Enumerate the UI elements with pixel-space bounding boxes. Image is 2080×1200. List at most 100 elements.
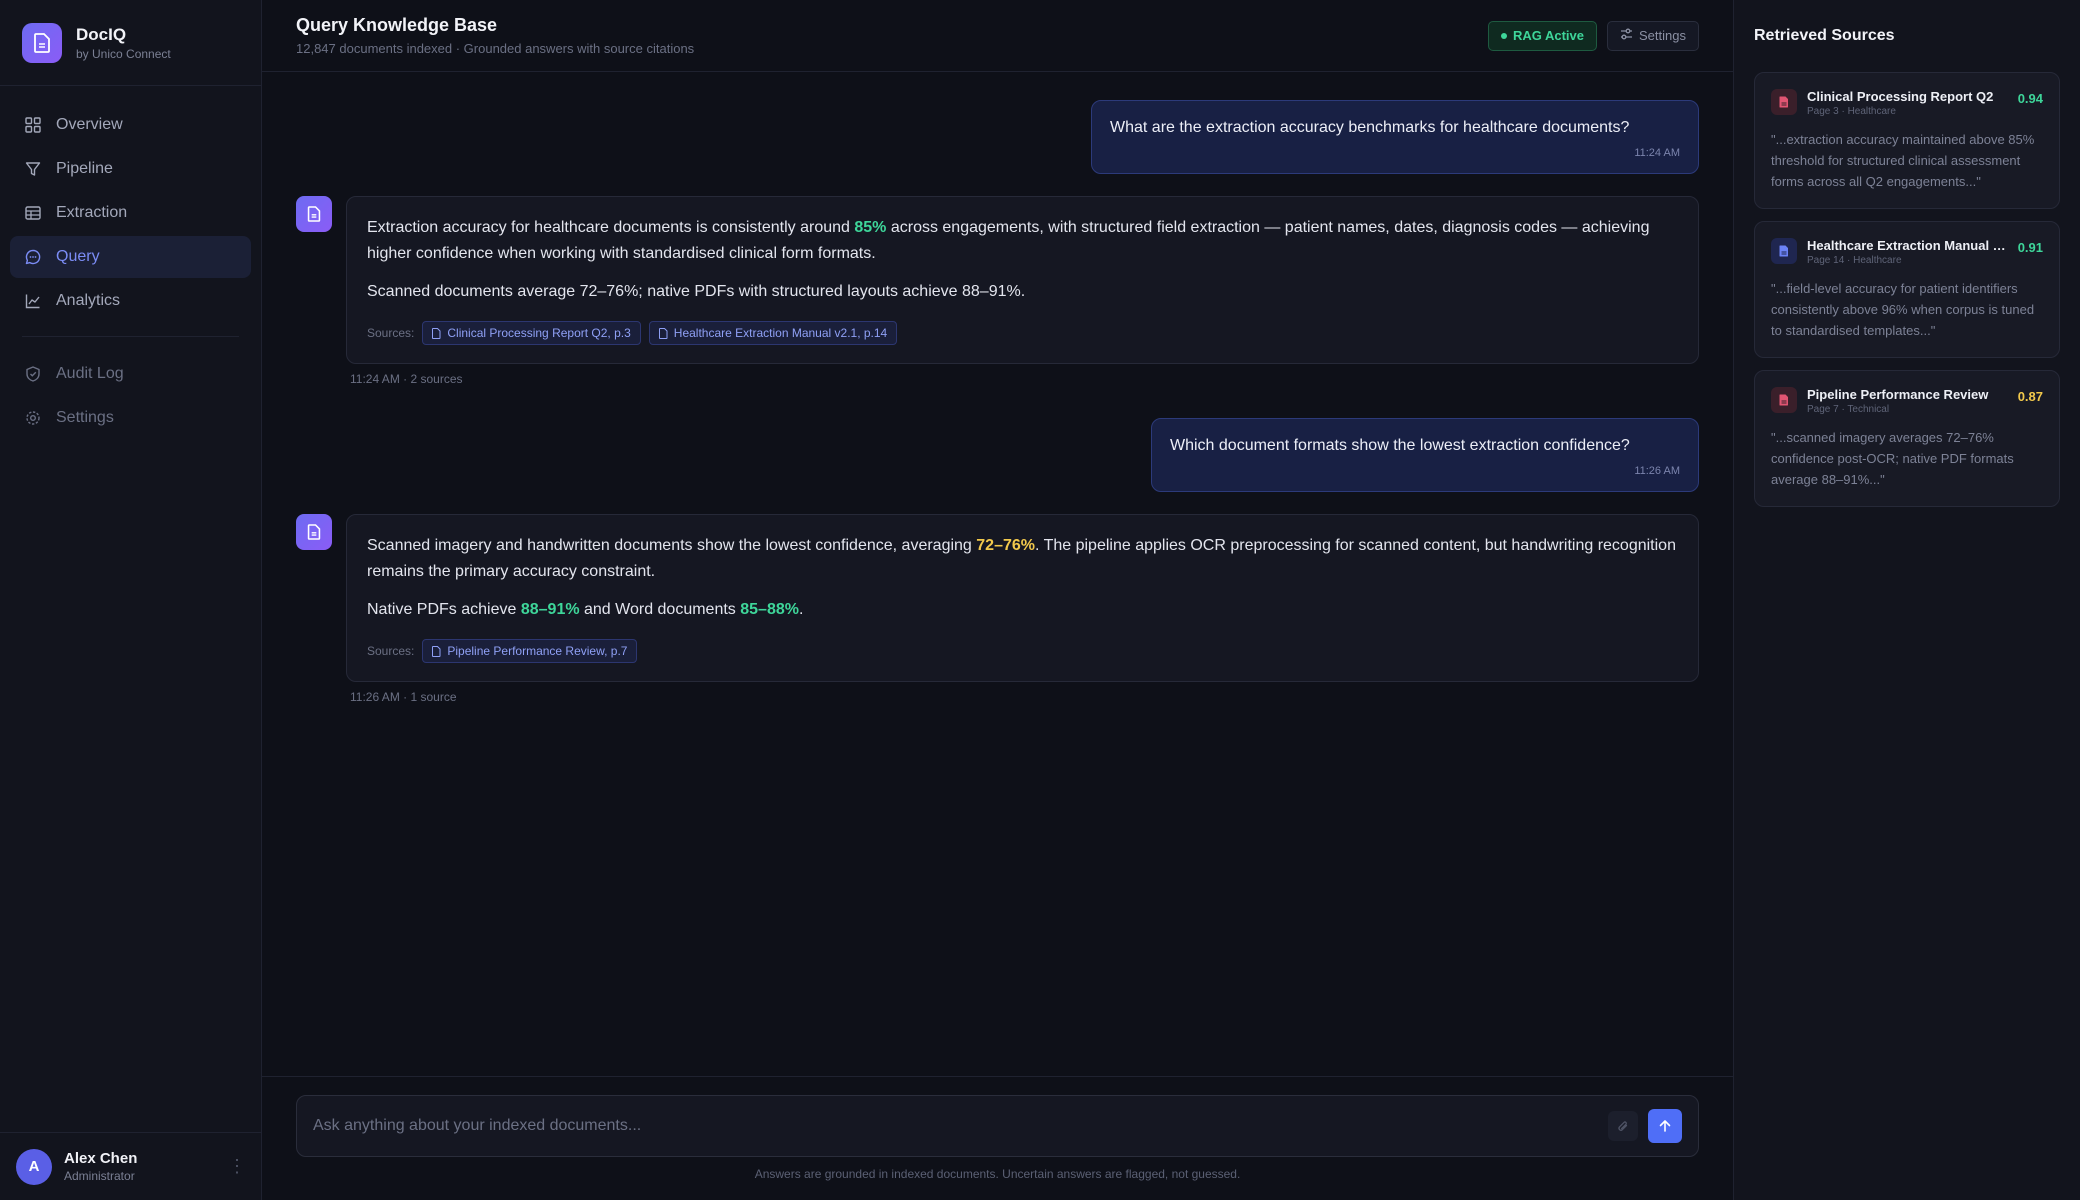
answer-text: Scanned imagery and handwritten document… xyxy=(367,537,977,554)
status-dot-icon xyxy=(1500,32,1507,39)
nav-label: Extraction xyxy=(56,204,128,221)
nav-label: Query xyxy=(56,248,100,265)
document-icon xyxy=(432,645,441,657)
nav-label: Pipeline xyxy=(56,160,113,177)
assistant-message-row: Scanned imagery and handwritten document… xyxy=(296,514,1699,704)
brand-name: DocIQ xyxy=(76,24,127,44)
assistant-avatar-icon xyxy=(296,514,332,550)
send-button[interactable] xyxy=(1648,1109,1682,1143)
answer-text: . xyxy=(798,601,804,618)
assistant-avatar-icon xyxy=(296,196,332,232)
nav-item-extraction[interactable]: Extraction xyxy=(10,192,251,234)
answer-paragraph: Scanned imagery and handwritten document… xyxy=(367,533,1678,585)
user-message-text: Which document formats show the lowest e… xyxy=(1170,437,1630,454)
user-message-text: What are the extraction accuracy benchma… xyxy=(1110,119,1630,136)
rag-status-badge: RAG Active xyxy=(1487,20,1598,51)
source-chip[interactable]: Pipeline Performance Review, p.7 xyxy=(422,639,638,663)
chat-icon xyxy=(24,248,42,266)
source-title: Healthcare Extraction Manual v2.1 xyxy=(1807,238,2010,253)
page-header: Query Knowledge Base 12,847 documents in… xyxy=(262,0,1733,72)
relevance-score: 0.94 xyxy=(2017,91,2043,106)
answer-text: Native PDFs achieve xyxy=(367,601,521,618)
assistant-message-row: Extraction accuracy for healthcare docum… xyxy=(296,196,1699,386)
document-icon xyxy=(1771,238,1797,264)
highlight-value: 85% xyxy=(854,219,887,236)
main-panel: Query Knowledge Base 12,847 documents in… xyxy=(262,0,1734,1200)
rag-status-label: RAG Active xyxy=(1512,28,1585,43)
sources-list: Sources: Clinical Processing Report Q2, … xyxy=(367,321,1678,345)
nav-divider xyxy=(22,336,239,337)
highlight-value: 88–91% xyxy=(520,601,580,618)
gear-icon xyxy=(24,409,42,427)
user-message: What are the extraction accuracy benchma… xyxy=(1091,100,1699,174)
grounding-footnote: Answers are grounded in indexed document… xyxy=(754,1167,1241,1181)
user-profile[interactable]: A Alex Chen Administrator ⋮ xyxy=(0,1132,262,1200)
source-chip[interactable]: Healthcare Extraction Manual v2.1, p.14 xyxy=(648,321,898,345)
source-chip-label: Healthcare Extraction Manual v2.1, p.14 xyxy=(673,326,888,340)
nav-item-pipeline[interactable]: Pipeline xyxy=(10,148,251,190)
brand-subtitle: by Unico Connect xyxy=(76,46,171,61)
settings-button-label: Settings xyxy=(1639,28,1686,43)
query-input[interactable]: Ask anything about your indexed document… xyxy=(296,1095,1699,1157)
avatar: A xyxy=(16,1148,52,1185)
page-title: Query Knowledge Base xyxy=(296,15,498,35)
message-time: 11:26 AM xyxy=(1634,465,1680,477)
relevance-score: 0.91 xyxy=(2017,240,2043,255)
source-meta: Page 3 · Healthcare xyxy=(1807,106,1896,117)
source-title: Clinical Processing Report Q2 xyxy=(1807,89,1994,104)
source-excerpt: "...extraction accuracy maintained above… xyxy=(1771,132,2035,189)
answer-paragraph: Scanned documents average 72–76%; native… xyxy=(367,283,1026,300)
source-excerpt: "...field-level accuracy for patient ide… xyxy=(1771,281,2035,338)
chat-thread: What are the extraction accuracy benchma… xyxy=(262,72,1733,1200)
settings-button[interactable]: Settings xyxy=(1607,20,1699,51)
document-icon xyxy=(658,327,668,339)
source-title: Pipeline Performance Review xyxy=(1807,387,1989,402)
source-card[interactable]: Clinical Processing Report Q2 Page 3 · H… xyxy=(1754,72,2060,209)
more-vertical-icon[interactable]: ⋮ xyxy=(228,1156,246,1177)
main-nav: Overview Pipeline Extraction Query Analy… xyxy=(0,86,261,441)
assistant-message: Scanned imagery and handwritten document… xyxy=(346,514,1699,682)
nav-item-settings[interactable]: Settings xyxy=(10,397,251,439)
source-chip[interactable]: Clinical Processing Report Q2, p.3 xyxy=(422,321,641,345)
grid-icon xyxy=(24,116,42,134)
line-chart-icon xyxy=(24,292,42,310)
message-meta: 11:24 AM · 2 sources xyxy=(350,372,463,386)
composer-area: Ask anything about your indexed document… xyxy=(262,1076,1733,1200)
paperclip-icon[interactable] xyxy=(1608,1111,1638,1141)
source-card[interactable]: Pipeline Performance Review Page 7 · Tec… xyxy=(1754,370,2060,507)
nav-label: Overview xyxy=(56,116,123,133)
user-message: Which document formats show the lowest e… xyxy=(1151,418,1699,492)
relevance-score: 0.87 xyxy=(2017,389,2043,404)
nav-item-query[interactable]: Query xyxy=(10,236,251,278)
user-name: Alex Chen xyxy=(64,1150,138,1167)
highlight-value: 72–76% xyxy=(976,537,1035,554)
sources-label: Sources: xyxy=(367,326,415,340)
message-time: 11:24 AM xyxy=(1634,147,1680,159)
document-icon xyxy=(432,327,441,339)
answer-paragraph: Extraction accuracy for healthcare docum… xyxy=(367,215,1678,267)
source-excerpt: "...scanned imagery averages 72–76% conf… xyxy=(1771,430,2014,487)
retrieved-sources-panel: Retrieved Sources Clinical Processing Re… xyxy=(1734,0,2080,1200)
filter-icon xyxy=(24,160,42,178)
shield-check-icon xyxy=(24,365,42,383)
arrow-up-icon xyxy=(1659,1120,1671,1132)
source-card[interactable]: Healthcare Extraction Manual v2.1 Page 1… xyxy=(1754,221,2060,358)
message-meta: 11:26 AM · 1 source xyxy=(350,690,457,704)
answer-text: and Word documents xyxy=(579,601,741,618)
doc-logo-icon xyxy=(22,22,62,63)
pdf-icon xyxy=(1771,89,1797,115)
nav-label: Audit Log xyxy=(56,365,124,382)
nav-item-analytics[interactable]: Analytics xyxy=(10,280,251,322)
user-role: Administrator xyxy=(64,1169,135,1183)
nav-item-audit-log[interactable]: Audit Log xyxy=(10,353,251,395)
answer-paragraph: Native PDFs achieve 88–91% and Word docu… xyxy=(367,597,1678,623)
panel-title: Retrieved Sources xyxy=(1754,27,1895,44)
nav-item-overview[interactable]: Overview xyxy=(10,104,251,146)
pdf-icon xyxy=(1771,387,1797,413)
nav-label: Settings xyxy=(56,409,114,426)
source-chip-label: Pipeline Performance Review, p.7 xyxy=(447,644,628,658)
sources-label: Sources: xyxy=(367,644,415,658)
assistant-message: Extraction accuracy for healthcare docum… xyxy=(346,196,1699,364)
answer-text: Extraction accuracy for healthcare docum… xyxy=(367,219,855,236)
table-icon xyxy=(24,204,42,222)
